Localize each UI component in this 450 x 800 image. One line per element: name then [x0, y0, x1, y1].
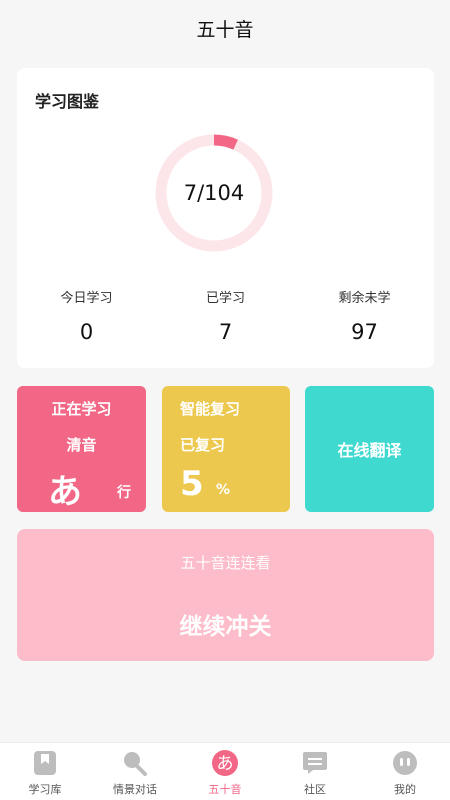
user-icon	[391, 749, 419, 777]
tab-label: 情景对话	[113, 783, 157, 796]
bottom-tab-bar: 学习库 情景对话 あ 五十音 社区 我的	[0, 742, 450, 800]
currently-learning-tile[interactable]: 正在学习 清音 あ 行	[17, 386, 146, 512]
smart-review-tile[interactable]: 智能复习 已复习 5 %	[162, 386, 290, 512]
current-kana: あ	[48, 472, 82, 512]
tile-subtitle: 已复习	[180, 436, 226, 454]
kana-row-suffix: 行	[117, 485, 131, 501]
tab-library[interactable]: 学习库	[0, 743, 90, 800]
kana-a-icon: あ	[211, 749, 239, 777]
stats-row: 今日学习 0 已学习 7 剩余未学 97	[17, 288, 434, 348]
microphone-icon	[121, 749, 149, 777]
kana-glyph: あ	[217, 754, 234, 774]
tab-profile[interactable]: 我的	[360, 743, 450, 800]
translate-label: 在线翻译	[337, 441, 402, 460]
bookmark-icon	[31, 749, 59, 777]
tab-gojuon[interactable]: あ 五十音	[180, 743, 270, 800]
tab-dialogue[interactable]: 情景对话	[90, 743, 180, 800]
tile-title: 智能复习	[180, 400, 241, 418]
continue-challenge-button[interactable]: 继续冲关	[17, 607, 434, 641]
stat-value: 97	[351, 320, 378, 344]
progress-text: 7/104	[183, 181, 245, 205]
study-progress-card: 学习图鉴 7/104 今日学习 0 已学习 7 剩余未学 97	[17, 68, 434, 368]
tab-label: 社区	[304, 783, 326, 796]
tab-community[interactable]: 社区	[270, 743, 360, 800]
review-percent: 5	[180, 464, 204, 504]
page-title: 五十音	[196, 18, 254, 41]
tab-label: 五十音	[208, 783, 242, 796]
stat-value: 0	[79, 320, 94, 344]
tile-subtitle: 清音	[66, 436, 97, 454]
tile-title: 正在学习	[51, 400, 112, 418]
matching-game-banner[interactable]: 五十音连连看 继续冲关	[17, 529, 434, 661]
stat-label: 今日学习	[60, 291, 113, 306]
percent-sign: %	[216, 482, 231, 498]
chat-icon	[301, 749, 329, 777]
tab-label: 我的	[394, 783, 416, 796]
stat-learned: 已学习 7	[156, 288, 295, 348]
page-header: 五十音	[0, 0, 450, 56]
tab-label: 学习库	[28, 783, 62, 796]
banner-subtitle: 五十音连连看	[180, 554, 271, 572]
stat-label: 已学习	[205, 291, 245, 306]
stat-label: 剩余未学	[338, 291, 391, 306]
stat-remaining: 剩余未学 97	[295, 288, 434, 348]
progress-ring: 7/104	[153, 132, 275, 254]
stat-value: 7	[218, 320, 233, 344]
stat-today: 今日学习 0	[17, 288, 156, 348]
online-translate-tile[interactable]: 在线翻译	[305, 386, 434, 512]
card-title: 学习图鉴	[35, 92, 100, 111]
